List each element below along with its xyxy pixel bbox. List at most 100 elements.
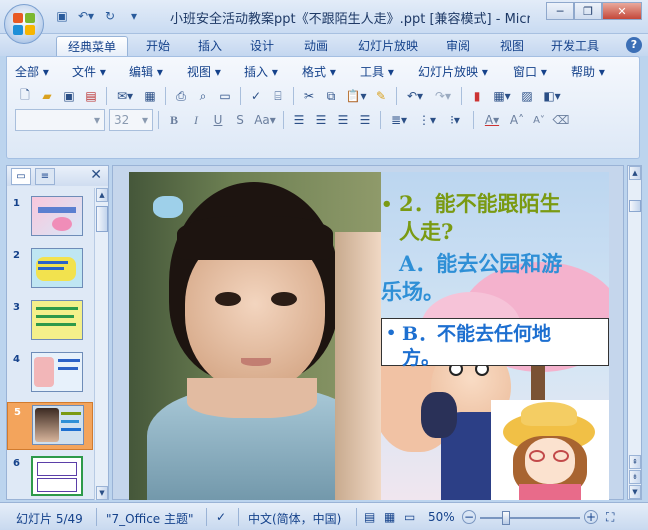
permission-icon[interactable]: ▤: [81, 86, 101, 106]
slide-thumbnail[interactable]: 3: [7, 298, 93, 346]
fit-to-window-icon[interactable]: ⛶: [606, 510, 614, 525]
line-spacing-icon[interactable]: ≣▾: [386, 110, 412, 130]
tab-design[interactable]: 设计: [240, 36, 284, 56]
customize-qat-icon[interactable]: ▾: [124, 7, 144, 25]
font-name-select[interactable]: ▾: [15, 109, 105, 131]
shadow-icon[interactable]: S: [230, 110, 250, 130]
shrink-font-icon[interactable]: A˅: [529, 110, 549, 130]
align-left-icon[interactable]: ☰: [289, 110, 309, 130]
slide-sorter-view-icon[interactable]: ▦: [384, 510, 395, 524]
scroll-down-icon[interactable]: ▼: [96, 486, 108, 500]
slide-thumbnail-selected[interactable]: 5: [7, 402, 93, 450]
menu-all[interactable]: 全部 ▾: [15, 63, 72, 81]
tab-insert[interactable]: 插入: [188, 36, 232, 56]
email-icon[interactable]: ✉▾: [112, 86, 138, 106]
menu-format[interactable]: 格式 ▾: [302, 63, 360, 81]
menu-help[interactable]: 帮助 ▾: [571, 63, 621, 81]
office-button[interactable]: [4, 4, 44, 44]
tab-developer[interactable]: 开发工具: [544, 36, 606, 56]
spell-check-icon[interactable]: ✓: [216, 510, 226, 524]
tab-home[interactable]: 开始: [136, 36, 180, 56]
print-icon[interactable]: ⎙: [171, 86, 191, 106]
normal-view-icon[interactable]: ▤: [364, 510, 375, 524]
tab-review[interactable]: 审阅: [436, 36, 480, 56]
menu-window[interactable]: 窗口 ▾: [513, 63, 571, 81]
bullets-icon[interactable]: ⁝▾: [442, 110, 468, 130]
scroll-up-icon[interactable]: ▲: [629, 166, 641, 180]
previous-slide-icon[interactable]: ⇞: [629, 455, 641, 469]
save-icon[interactable]: ▣: [52, 7, 72, 25]
redo-icon[interactable]: ↷▾: [430, 86, 456, 106]
undo-icon[interactable]: ↶▾: [402, 86, 428, 106]
current-slide[interactable]: • 2．能不能跟陌生 人走? A．能去公园和游 乐场。 • B．不能去任何地 方…: [129, 172, 609, 500]
menu-file[interactable]: 文件 ▾: [72, 63, 129, 81]
main-scrollbar[interactable]: ▲ ⇞ ⇟ ▼: [627, 165, 642, 500]
redo-icon[interactable]: ↻: [100, 7, 120, 25]
zoom-out-button[interactable]: −: [462, 510, 476, 524]
cut-icon[interactable]: ✂: [299, 86, 319, 106]
insert-picture-icon[interactable]: ▨: [517, 86, 537, 106]
scrollbar-thumb[interactable]: [96, 206, 108, 232]
open-icon[interactable]: ▰: [37, 86, 57, 106]
answer-b-textbox[interactable]: • B．不能去任何地 方。: [381, 318, 609, 369]
zoom-slider[interactable]: [480, 511, 580, 525]
save-icon[interactable]: ▣: [59, 86, 79, 106]
minimize-button[interactable]: ─: [546, 2, 574, 20]
numbering-icon[interactable]: ⋮▾: [414, 110, 440, 130]
language-indicator[interactable]: 中文(简体，中国): [248, 510, 341, 527]
paste-icon[interactable]: 📋▾: [343, 86, 369, 106]
change-case-icon[interactable]: Aa▾: [252, 110, 278, 130]
close-panel-icon[interactable]: ✕: [90, 167, 102, 183]
slide-thumbnail[interactable]: 6: [7, 454, 93, 500]
slide-thumbnail-image: [32, 405, 84, 445]
next-slide-icon[interactable]: ⇟: [629, 470, 641, 484]
slide-thumbnail[interactable]: 1: [7, 194, 93, 242]
tab-slides[interactable]: ▭: [11, 168, 31, 185]
bold-icon[interactable]: B: [164, 110, 184, 130]
tab-classic-menu[interactable]: 经典菜单: [56, 36, 128, 56]
menu-insert[interactable]: 插入 ▾: [244, 63, 302, 81]
align-right-icon[interactable]: ☰: [333, 110, 353, 130]
underline-icon[interactable]: U: [208, 110, 228, 130]
insert-table-icon[interactable]: ▦▾: [489, 86, 515, 106]
tab-slideshow[interactable]: 幻灯片放映: [348, 36, 428, 56]
slide-thumbnail[interactable]: 4: [7, 350, 93, 398]
scroll-up-icon[interactable]: ▲: [96, 188, 108, 202]
slideshow-view-icon[interactable]: ▭: [404, 510, 415, 524]
tab-animation[interactable]: 动画: [294, 36, 338, 56]
menu-tools[interactable]: 工具 ▾: [360, 63, 418, 81]
publish-icon[interactable]: ▦: [140, 86, 160, 106]
font-size-select[interactable]: 32 ▾: [109, 109, 153, 131]
color-grayscale-icon[interactable]: ◧▾: [539, 86, 565, 106]
insert-chart-icon[interactable]: ▮: [467, 86, 487, 106]
new-icon[interactable]: 🗋: [15, 86, 35, 106]
slide-thumbnail[interactable]: 2: [7, 246, 93, 294]
maximize-button[interactable]: ❐: [574, 2, 602, 20]
tab-view[interactable]: 视图: [490, 36, 534, 56]
close-button[interactable]: ✕: [602, 2, 642, 20]
format-painter-icon[interactable]: ✎: [371, 86, 391, 106]
grow-font-icon[interactable]: A˄: [507, 110, 527, 130]
zoom-level[interactable]: 50%: [428, 510, 455, 524]
zoom-in-button[interactable]: +: [584, 510, 598, 524]
undo-icon[interactable]: ↶▾: [76, 7, 96, 25]
zoom-slider-thumb[interactable]: [502, 511, 510, 525]
align-center-icon[interactable]: ☰: [311, 110, 331, 130]
scrollbar-thumb[interactable]: [629, 200, 641, 212]
italic-icon[interactable]: I: [186, 110, 206, 130]
scroll-down-icon[interactable]: ▼: [629, 485, 641, 499]
research-icon[interactable]: ⌸: [268, 86, 288, 106]
clear-format-icon[interactable]: ⌫: [551, 110, 571, 130]
menu-slideshow[interactable]: 幻灯片放映 ▾: [418, 63, 513, 81]
slide-sorter-icon[interactable]: ▭: [215, 86, 235, 106]
justify-icon[interactable]: ☰: [355, 110, 375, 130]
copy-icon[interactable]: ⧉: [321, 86, 341, 106]
tab-outline[interactable]: ≡: [35, 168, 55, 185]
menu-edit[interactable]: 编辑 ▾: [129, 63, 187, 81]
print-preview-icon[interactable]: ⌕: [193, 86, 213, 106]
help-icon[interactable]: ?: [626, 37, 642, 53]
slides-panel-scrollbar[interactable]: ▲ ▼: [94, 188, 108, 500]
menu-view[interactable]: 视图 ▾: [187, 63, 244, 81]
font-color-icon[interactable]: A▾: [479, 110, 505, 130]
spelling-icon[interactable]: ✓: [246, 86, 266, 106]
